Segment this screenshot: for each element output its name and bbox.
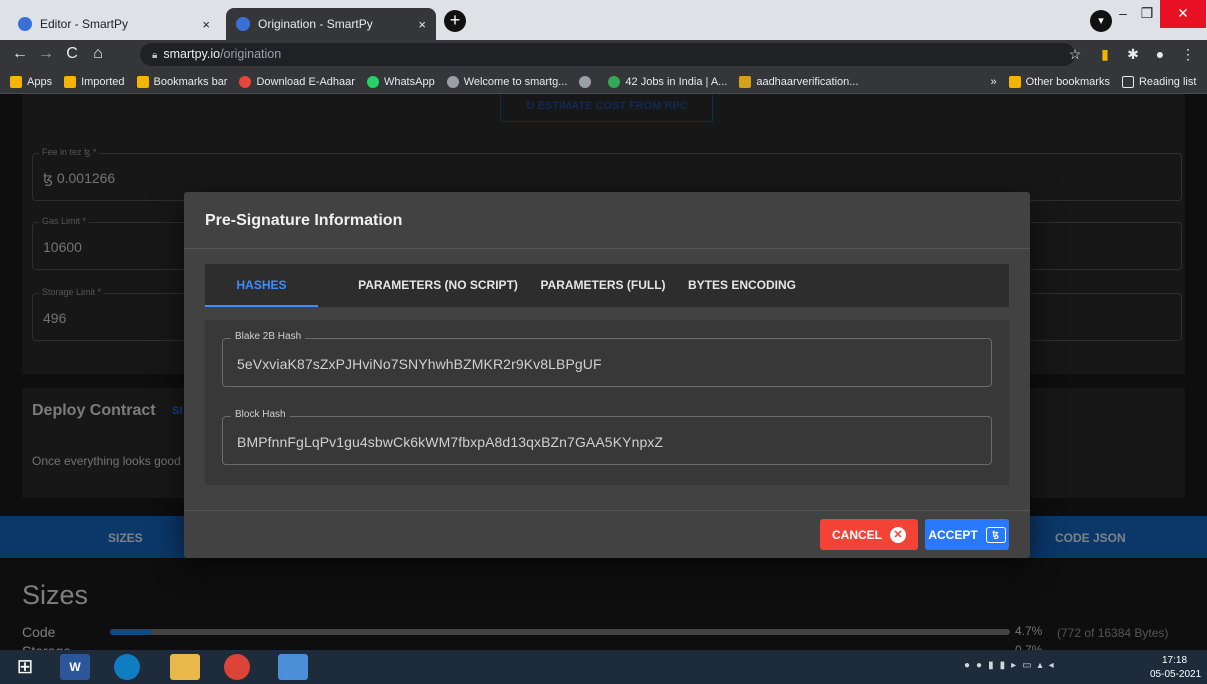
bookmark-star-icon[interactable]: ☆: [1065, 44, 1085, 64]
globe-icon: [446, 75, 459, 88]
bookmark-jobs[interactable]: 42 Jobs in India | A...: [608, 75, 727, 88]
file-explorer-icon[interactable]: [170, 654, 200, 680]
url-path: /origination: [220, 47, 282, 61]
chrome-app-icon[interactable]: [224, 654, 250, 680]
accept-button[interactable]: ACCEPT ꜩ: [925, 519, 1009, 550]
url-host: smartpy.io: [163, 47, 221, 61]
eadhaar-icon: [239, 75, 252, 88]
chrome-menu-icon[interactable]: ⋮: [1178, 44, 1198, 64]
window-close-icon[interactable]: ✕: [1160, 0, 1206, 28]
tab-origination[interactable]: Origination - SmartPy ×: [226, 8, 436, 40]
jobs-icon: [608, 75, 621, 88]
accept-label: ACCEPT: [928, 527, 978, 542]
hashes-panel: Blake 2B Hash 5eVxviaK87sZxPJHviNo7SNYhw…: [205, 320, 1009, 485]
control-panel-icon[interactable]: [278, 654, 308, 680]
dialog-footer-divider: [184, 510, 1030, 511]
bookmarks-bar: Apps Imported Bookmarks bar Download E-A…: [0, 70, 1207, 94]
bookmark-other[interactable]: Other bookmarks: [1008, 75, 1110, 88]
bookmark-globe[interactable]: [579, 75, 596, 88]
bookmark-apps[interactable]: Apps: [10, 75, 52, 88]
block-hash-field[interactable]: Block Hash BMPfnnFgLqPv1gu4sbwCk6kWM7fbx…: [222, 409, 992, 465]
tab-parameters-full[interactable]: PARAMETERS (FULL): [533, 264, 673, 307]
dialog-title: Pre-Signature Information: [205, 212, 403, 229]
whatsapp-icon: [366, 75, 379, 88]
bookmark-whatsapp[interactable]: WhatsApp: [366, 75, 435, 88]
blake2b-hash-label: Blake 2B Hash: [231, 331, 306, 342]
smartpy-favicon-icon: [18, 17, 32, 31]
folder-icon: [136, 75, 149, 88]
reading-list-icon: [1121, 75, 1134, 88]
bookmark-aadhaar[interactable]: aadhaarverification...: [739, 75, 858, 88]
dialog-divider: [184, 248, 1030, 249]
tab-close-icon[interactable]: ×: [202, 17, 210, 32]
extensions-puzzle-icon[interactable]: ✱: [1123, 44, 1143, 64]
home-icon[interactable]: ⌂: [88, 44, 108, 64]
tez-wallet-icon: ꜩ: [985, 526, 1006, 543]
aadhaar-icon: [739, 75, 752, 88]
block-hash-label: Block Hash: [231, 409, 290, 420]
edge-app-icon[interactable]: [114, 654, 140, 680]
tab-title: Origination - SmartPy: [258, 17, 373, 31]
tab-bytes-encoding[interactable]: BYTES ENCODING: [682, 264, 802, 307]
bookmark-eadhaar[interactable]: Download E-Adhaar: [239, 75, 355, 88]
bookmarks-overflow[interactable]: »: [990, 76, 996, 88]
bookmark-bookmarks-bar[interactable]: Bookmarks bar: [136, 75, 227, 88]
windows-start-icon[interactable]: ⊞: [10, 654, 40, 680]
lock-icon: 🔒︎: [152, 50, 158, 61]
smartpy-favicon-icon: [236, 17, 250, 31]
tab-parameters-no-script[interactable]: PARAMETERS (NO SCRIPT): [348, 264, 528, 307]
bookmark-imported[interactable]: Imported: [64, 75, 125, 88]
folder-icon: [1008, 75, 1021, 88]
folder-icon: [64, 75, 77, 88]
tab-title: Editor - SmartPy: [40, 17, 129, 31]
tab-hashes[interactable]: HASHES: [205, 264, 318, 307]
pre-signature-dialog: Pre-Signature Information HASHES PARAMET…: [184, 192, 1030, 558]
clock-time: 17:18: [1162, 655, 1188, 666]
address-bar[interactable]: 🔒︎ smartpy.io/origination: [140, 43, 1075, 66]
account-icon[interactable]: ●: [1150, 44, 1170, 64]
back-icon[interactable]: ←: [10, 44, 30, 64]
forward-icon[interactable]: →: [36, 44, 56, 64]
reload-icon[interactable]: C: [62, 44, 82, 64]
restore-icon[interactable]: ❐: [1132, 0, 1162, 28]
clock-date: 05-05-2021: [1150, 669, 1202, 680]
system-tray-icons[interactable]: ●●▮▮▸▭▴◂: [964, 660, 1064, 674]
tab-editor[interactable]: Editor - SmartPy ×: [8, 8, 220, 40]
word-app-icon[interactable]: W: [60, 654, 90, 680]
extension-icon[interactable]: ▮: [1095, 44, 1115, 64]
block-hash-value: BMPfnnFgLqPv1gu4sbwCk6kWM7fbxpA8d13qxBZn…: [237, 434, 664, 450]
cancel-x-icon: ✕: [890, 526, 906, 543]
blake2b-hash-value: 5eVxviaK87sZxPJHviNo7SNYhwhBZMKR2r9Kv8LB…: [237, 356, 602, 372]
bookmark-smartg[interactable]: Welcome to smartg...: [446, 75, 567, 88]
globe-icon: [579, 75, 592, 88]
cancel-button[interactable]: CANCEL ✕: [820, 519, 918, 550]
tab-close-icon[interactable]: ×: [418, 17, 426, 32]
new-tab-icon[interactable]: +: [444, 10, 466, 32]
cancel-label: CANCEL: [832, 527, 882, 542]
dialog-tabs: HASHES PARAMETERS (NO SCRIPT) PARAMETERS…: [205, 264, 1009, 307]
blake2b-hash-field[interactable]: Blake 2B Hash 5eVxviaK87sZxPJHviNo7SNYhw…: [222, 331, 992, 387]
bookmark-reading-list[interactable]: Reading list: [1121, 75, 1196, 88]
apps-grid-icon: [10, 75, 22, 88]
